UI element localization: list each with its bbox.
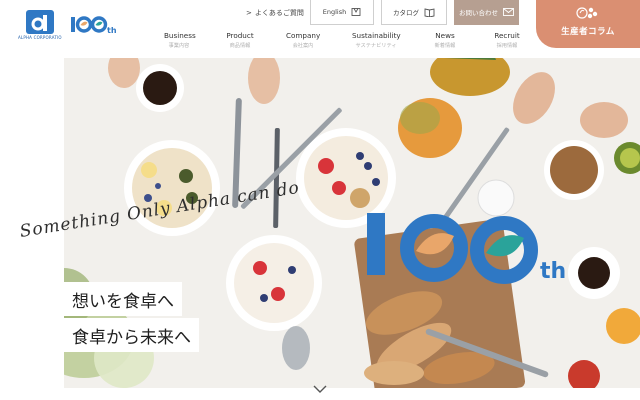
english-button[interactable]: English: [310, 0, 374, 25]
nav-item-product[interactable]: Product 商品情報: [226, 31, 254, 49]
nav-label-ja: 新着情報: [434, 43, 456, 49]
contact-button[interactable]: お問い合わせ: [454, 0, 519, 25]
nav-label-en: Business: [164, 31, 196, 40]
anniversary-100-logo[interactable]: th: [70, 14, 120, 36]
nav-label-en: News: [435, 31, 455, 40]
hero-copy-line2: 食卓から未来へ: [64, 318, 199, 352]
anniversary-suffix: th: [540, 259, 566, 284]
nav-label-ja: 事業内容: [168, 43, 190, 49]
catalog-label: カタログ: [393, 9, 419, 17]
producer-column-label: 生産者コラム: [561, 27, 615, 37]
site-header: ALPHA CORPORATION th > よくあるご質問 English カ…: [0, 0, 640, 58]
chevron-right-icon: >: [246, 9, 252, 17]
faq-link[interactable]: > よくあるご質問: [246, 6, 304, 20]
logo-mark-icon: [26, 10, 54, 34]
chevron-down-icon[interactable]: [312, 384, 328, 394]
nav-item-sustainability[interactable]: Sustainability サステナビリティ: [352, 31, 401, 49]
nav-label-ja: 採用情報: [496, 43, 518, 49]
english-label: English: [322, 8, 347, 16]
contact-label: お問い合わせ: [459, 9, 498, 17]
logo-text: ALPHA CORPORATION: [18, 35, 62, 40]
catalog-button[interactable]: カタログ: [381, 0, 447, 25]
nav-label-en: Company: [286, 31, 321, 40]
producer-column-button[interactable]: 生産者コラム: [536, 0, 640, 48]
nav-item-recruit[interactable]: Recruit 採用情報: [493, 31, 521, 49]
nav-item-company[interactable]: Company 会社案内: [286, 31, 320, 49]
mail-icon: [503, 8, 514, 16]
nav-item-news[interactable]: News 新着情報: [433, 31, 457, 49]
book-icon: [424, 7, 435, 17]
nav-label-en: Product: [226, 31, 254, 40]
nav-label-ja: 会社案内: [292, 43, 314, 49]
nav-label-ja: 商品情報: [229, 43, 251, 49]
nav-item-business[interactable]: Business 事業内容: [164, 31, 196, 49]
nav-label-ja: サステナビリティ: [355, 43, 397, 49]
nav-label-en: Recruit: [494, 31, 520, 40]
faq-label: よくあるご質問: [254, 9, 304, 17]
svg-text:th: th: [107, 26, 117, 35]
globe-icon: [351, 8, 361, 16]
leaf-icon: [576, 7, 598, 19]
nav-label-en: Sustainability: [352, 31, 401, 40]
company-logo[interactable]: ALPHA CORPORATION: [18, 10, 62, 44]
hero-copy-line1: 想いを食卓へ: [64, 282, 182, 316]
